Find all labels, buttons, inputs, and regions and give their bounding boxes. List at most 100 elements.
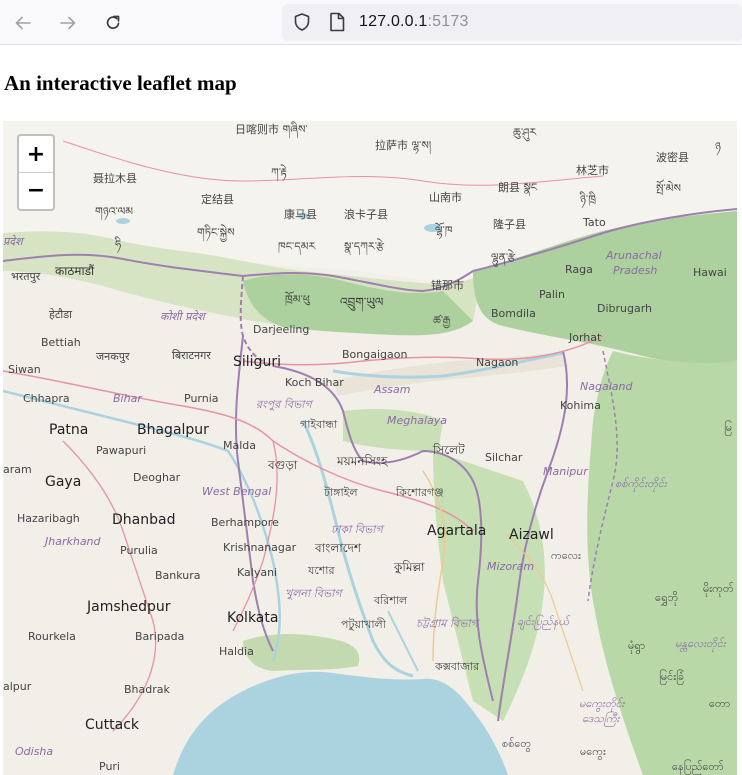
map-place-label: 聂拉木县 bbox=[93, 172, 137, 185]
map-place-label: ཉི་ཁྲི bbox=[580, 193, 596, 206]
map-place-label: Arunachal bbox=[606, 249, 662, 262]
map-place-label: 林芝市 bbox=[576, 164, 609, 177]
map-place-label: Mizoram bbox=[487, 560, 535, 573]
map-place-label: Berhampore bbox=[211, 516, 279, 529]
map-place-label: Hawai bbox=[693, 266, 727, 279]
map-place-label: 浪卡子县 bbox=[344, 208, 388, 221]
map-place-label: Gaya bbox=[45, 474, 82, 490]
map-place-label: বরিশাল bbox=[374, 594, 408, 607]
shield-icon[interactable] bbox=[292, 12, 312, 32]
map-place-label: Nagaon bbox=[476, 356, 519, 369]
map-place-label: রংপুর বিভাগ bbox=[256, 398, 312, 411]
map-place-label: ཆུ་ཤུར bbox=[513, 126, 537, 139]
map-place-label: Pawapuri bbox=[96, 444, 147, 457]
map-place-label: ဒေသကြီး bbox=[582, 712, 620, 725]
map-place-label: ཉ bbox=[715, 140, 721, 153]
map-place-label: ཁང་དམར bbox=[278, 240, 316, 253]
map-place-label: बिराटनगर bbox=[172, 349, 211, 362]
map-place-label: alpur bbox=[3, 680, 32, 693]
map-place-label: ཧི bbox=[115, 238, 122, 251]
url-text[interactable]: 127.0.0.1:5173 bbox=[359, 13, 469, 31]
map-place-label: မကွေး bbox=[580, 745, 606, 758]
forward-arrow-icon bbox=[60, 16, 76, 30]
map-place-label: বাংলাদেশ bbox=[315, 541, 361, 555]
map-place-label: যশোর bbox=[308, 564, 335, 577]
map-place-label: Jharkhand bbox=[45, 535, 101, 548]
map-place-label: aram bbox=[3, 463, 32, 476]
zoom-in-button[interactable]: + bbox=[19, 136, 53, 172]
map-place-label: Siwan bbox=[8, 363, 41, 376]
map-place-label: ཀ་རྟེ bbox=[271, 166, 287, 179]
map-place-label: Bongaigaon bbox=[342, 348, 408, 361]
map-place-label: Koch Bihar bbox=[285, 376, 344, 389]
map-place-label: পটুয়াখালী bbox=[341, 618, 386, 631]
map-place-label: ရွှေဘို bbox=[655, 591, 679, 604]
zoom-out-button[interactable]: − bbox=[19, 172, 53, 208]
map-place-label: Bettiah bbox=[41, 336, 81, 349]
map-place-label: काठमाडौं bbox=[55, 264, 95, 278]
map-place-label: 隆子县 bbox=[493, 218, 526, 231]
map-place-label: Bankura bbox=[155, 569, 201, 582]
map-place-label: འབྲུག་ཡུལ bbox=[340, 295, 384, 309]
map-place-label: বগুড়া bbox=[268, 458, 298, 472]
map-place-label: 定结县 bbox=[201, 193, 234, 206]
browser-toolbar: 127.0.0.1:5173 bbox=[0, 0, 742, 45]
map-place-label: 波密县 bbox=[656, 151, 689, 164]
map-place-label: ལྷུན་རྩེ bbox=[491, 251, 516, 264]
map-place-label: Assam bbox=[374, 383, 411, 396]
forward-button[interactable] bbox=[53, 8, 83, 38]
map-place-label: 错那市 bbox=[431, 279, 464, 292]
map-place-label: ཁྲོམ་ཕུ bbox=[285, 293, 310, 306]
map-place-label: Malda bbox=[223, 439, 257, 452]
map-place-label: တော bbox=[709, 697, 731, 710]
map-place-label: Bihar bbox=[113, 392, 142, 405]
map-place-label: Tato bbox=[583, 216, 606, 229]
map-place-label: မုံရွာ bbox=[628, 639, 646, 652]
map-place-label: Siliguri bbox=[233, 354, 281, 370]
map-place-label: Odisha bbox=[15, 745, 54, 758]
map-place-label: စစ်ကိုင်းတိုင်း bbox=[615, 477, 667, 490]
map-place-label: Krishnanagar bbox=[223, 541, 297, 554]
map-place-label: Bhadrak bbox=[124, 683, 170, 696]
map-place-label: မြ bbox=[724, 421, 733, 434]
url-bar[interactable]: 127.0.0.1:5173 bbox=[282, 4, 742, 41]
page-title: An interactive leaflet map bbox=[4, 71, 237, 95]
zoom-control: + − bbox=[17, 134, 55, 211]
map-place-label: Puri bbox=[99, 760, 120, 773]
map-place-label: ချင်းပြည်နယ် bbox=[517, 615, 569, 628]
back-button[interactable] bbox=[8, 8, 38, 38]
map-place-label: Deoghar bbox=[133, 471, 181, 484]
map-place-label: 山南市 bbox=[429, 191, 462, 204]
map-place-label: Cuttack bbox=[85, 717, 140, 733]
url-port: :5173 bbox=[427, 13, 469, 30]
map-place-label: Nagaland bbox=[580, 380, 633, 393]
map-place-label: ကလေး bbox=[551, 549, 581, 562]
map-place-label: 日喀则市 གཞིས་ bbox=[235, 123, 308, 136]
map-place-label: 拉萨市 ལྷ་ས། bbox=[375, 139, 432, 152]
map-place-label: ময়মনসিংহ bbox=[337, 454, 388, 468]
map-place-label: Bhagalpur bbox=[137, 422, 209, 438]
map-place-label: কুমিল্লা bbox=[394, 560, 425, 574]
back-arrow-icon bbox=[15, 16, 31, 30]
map-place-label: Darjeeling bbox=[253, 323, 310, 336]
map-place-label: မိုးကုတ် bbox=[703, 582, 734, 595]
map-place-label: Aizawl bbox=[509, 527, 554, 543]
map-place-label: နေပြည်တော် bbox=[672, 760, 724, 773]
map-place-label: Purulia bbox=[120, 544, 158, 557]
map-place-label: সিলেট bbox=[433, 443, 465, 457]
map-place-label: हेटौडा bbox=[49, 308, 72, 321]
map-place-label: Dhanbad bbox=[112, 512, 176, 528]
map-place-label: Pradesh bbox=[613, 264, 658, 277]
map-place-label: Haldia bbox=[219, 645, 254, 658]
map-place-label: प्रदेश bbox=[3, 235, 23, 248]
map-place-label: খুলনা বিভাগ bbox=[285, 587, 342, 600]
map-place-label: စစ်တွေ bbox=[502, 737, 532, 750]
map-place-label: မန္တလေးတိုင်း bbox=[675, 637, 726, 650]
leaflet-map[interactable]: 日喀则市 གཞིས་ ཆུ་ཤུར 拉萨市 ལྷ་ས། 波密县聂拉木县 ཀ་རྟེ 林芝市… bbox=[3, 121, 737, 775]
map-place-label: भरतपुर bbox=[11, 270, 41, 283]
map-place-label: जनकपुर bbox=[96, 350, 130, 363]
map-place-label: Manipur bbox=[543, 465, 588, 478]
map-place-label: གཉའ་ལམ bbox=[95, 205, 134, 218]
reload-button[interactable] bbox=[98, 8, 128, 38]
map-place-label: ལྷོ་ཁ bbox=[435, 224, 453, 237]
